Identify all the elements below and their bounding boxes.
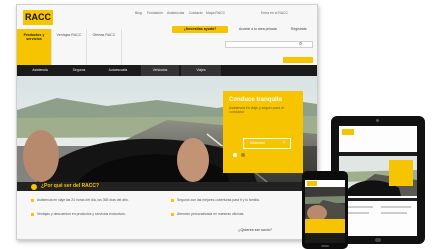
promo-text: Asistencia en viaje y seguro para el con… <box>229 106 285 115</box>
nav-item[interactable]: Asistencia <box>21 65 59 76</box>
home-button <box>321 245 329 247</box>
nav-item[interactable]: Autoescuela <box>97 65 139 76</box>
private-area-link[interactable]: Accede a tu área privada <box>239 27 277 31</box>
home-button <box>375 238 381 242</box>
help-button[interactable]: ¿Necesitas ayuda? <box>172 26 228 33</box>
tablet-screen <box>339 126 417 236</box>
desktop-browser-mockup: RACC Blog Fundación Asistencias Contacto… <box>16 4 318 240</box>
benefit-text: Ventajas y descuentos en productos y ser… <box>37 212 126 216</box>
tablet-logo <box>342 129 354 135</box>
camera-icon <box>376 119 379 122</box>
top-link[interactable]: Asistencias <box>167 11 184 15</box>
top-link[interactable]: Blog <box>135 11 142 15</box>
phone-hero-illustration <box>305 187 345 219</box>
nav-item[interactable]: Vehículos <box>141 65 179 76</box>
tablet-text-line <box>381 212 407 214</box>
tab-products[interactable]: Productos y servicios <box>17 29 52 65</box>
bullet-icon <box>31 213 34 216</box>
top-link[interactable]: Contacto <box>189 11 203 15</box>
tablet-section-bar <box>339 198 417 201</box>
carousel-dot[interactable] <box>241 153 245 157</box>
tab-offers[interactable]: Ofertas RACC <box>87 29 122 65</box>
tablet-text-line <box>381 206 411 208</box>
question-icon <box>31 184 37 190</box>
top-link[interactable]: Fundación <box>147 11 163 15</box>
section-tabs: Productos y servicios Ventajas RACC Ofer… <box>17 29 167 65</box>
phone-logo <box>307 181 317 186</box>
join-link[interactable]: ¿Quieres ser socio? <box>238 228 272 233</box>
bullet-icon <box>171 213 174 216</box>
top-link[interactable]: Mapa RACC <box>206 11 225 15</box>
login-link[interactable]: Entra en el RACC <box>261 11 288 15</box>
bullet-icon <box>171 199 174 202</box>
promo-button-label: Infórmate <box>250 141 266 145</box>
tab-advantages[interactable]: Ventajas RACC <box>52 29 87 65</box>
tablet-promo-card <box>389 160 413 186</box>
main-nav: Asistencia Seguros Autoescuela Vehículos… <box>17 65 317 76</box>
benefit-text: Seguros con las mejores coberturas para … <box>177 198 260 202</box>
phone-screen <box>305 180 345 243</box>
chevron-right-icon: › <box>283 139 286 146</box>
promo-title: Conduce tranquilo <box>229 97 282 103</box>
nav-item[interactable]: Seguros <box>63 65 95 76</box>
phone-promo-card <box>305 219 345 233</box>
section-title: ¿Por qué ser del RACC? <box>41 183 100 189</box>
phone-footer-bar <box>305 233 345 243</box>
promo-mini-button[interactable] <box>283 57 313 63</box>
nav-item[interactable]: Viajes <box>181 65 221 76</box>
benefit-text: Asistencia en viaje las 24 horas del día… <box>37 198 129 202</box>
register-link[interactable]: Regístrate <box>291 27 307 31</box>
bullet-icon <box>31 199 34 202</box>
promo-card <box>223 91 303 173</box>
search-icon[interactable]: ⌕ <box>299 41 302 48</box>
racc-logo[interactable]: RACC <box>23 10 53 25</box>
carousel-dot[interactable] <box>233 153 237 157</box>
benefit-text: Atención personalizada en nuestras ofici… <box>177 212 245 216</box>
